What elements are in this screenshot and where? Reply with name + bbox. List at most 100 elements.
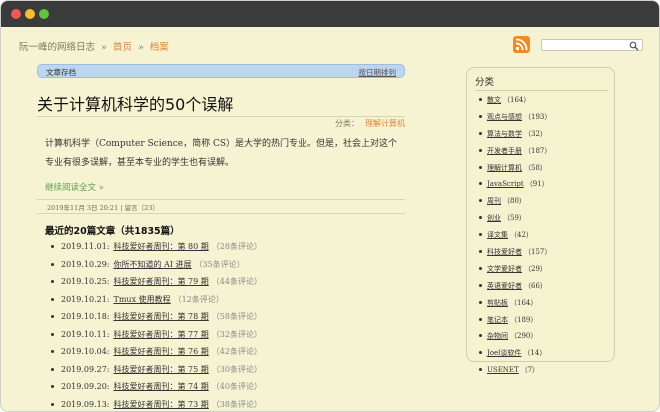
search-icon[interactable]: [629, 41, 639, 51]
recent-posts-list: 2019.11.01: 科技爱好者周刊：第 80 期（28条评论） 2019.10…: [51, 241, 262, 412]
maximize-window-button[interactable]: [39, 9, 49, 19]
category-link[interactable]: 创业: [487, 214, 501, 222]
post-title[interactable]: 关于计算机科学的50个误解: [37, 91, 233, 115]
category-item: 文学爱好者 （29）: [479, 264, 551, 281]
list-item: 2019.10.25: 科技爱好者周刊：第 79 期（44条评论）: [51, 276, 262, 294]
category-link[interactable]: 科技爱好者: [487, 248, 522, 256]
category-link[interactable]: 开发者手册: [487, 147, 522, 155]
post-excerpt: 计算机科学（Computer Science，简称 CS）是大学的热门专业。但是…: [45, 139, 397, 168]
breadcrumb-separator: »: [101, 42, 107, 53]
category-link[interactable]: 文学爱好者: [487, 265, 522, 273]
list-item: 2019.10.11: 科技爱好者周刊：第 77 期（32条评论）: [51, 329, 262, 347]
post-link[interactable]: 科技爱好者周刊：第 73 期: [114, 400, 209, 409]
list-item: 2019.10.04: 科技爱好者周刊：第 76 期（42条评论）: [51, 346, 262, 364]
post-category: 分类： 理解计算机: [335, 118, 405, 129]
category-sidebar: 分类 散文 （164） 观点与感想 （193） 算法与数学 （32） 开发者手册 （18…: [466, 67, 615, 374]
breadcrumb-separator: »: [137, 42, 144, 53]
archive-link[interactable]: 档案: [150, 42, 169, 53]
post-date: 2019.10.18:: [61, 312, 110, 321]
category-link[interactable]: 周刊: [487, 197, 501, 205]
category-count: （290）: [510, 332, 538, 341]
search-input[interactable]: [541, 39, 643, 51]
breadcrumb: 阮一峰的网络日志 » 首页 » 档案: [19, 39, 169, 53]
category-item: 译文集 （42）: [479, 230, 551, 247]
post-date: 2019.09.13:: [61, 399, 110, 409]
post-meta: 2019年11月 3日 20:21 | 留言（23）: [47, 204, 159, 212]
home-link[interactable]: 首页: [113, 42, 132, 53]
category-link[interactable]: 理解计算机: [365, 119, 405, 128]
site-name: 阮一峰的网络日志: [19, 42, 96, 53]
category-count: （193）: [524, 112, 552, 121]
post-link[interactable]: 科技爱好者周刊：第 75 期: [114, 365, 209, 374]
category-count: （164）: [510, 298, 538, 307]
category-count: （7）: [520, 366, 540, 375]
category-item: 创业 （59）: [479, 213, 551, 230]
category-item: 周刊 （80）: [479, 196, 551, 213]
post-date: 2019.11.01:: [61, 242, 110, 251]
category-link[interactable]: 英语爱好者: [487, 282, 522, 290]
post-date: 2019.09.27:: [61, 364, 110, 374]
post-date: 2019.10.29:: [61, 259, 110, 269]
comment-count: （35条评论）: [194, 259, 245, 269]
post-link[interactable]: 科技爱好者周刊：第 80 期: [114, 242, 209, 251]
comment-count: （44条评论）: [211, 277, 262, 286]
sort-by-date-link[interactable]: 按日期排列: [359, 67, 397, 78]
category-count: （80）: [503, 197, 526, 206]
category-link[interactable]: 杂物间: [487, 332, 508, 340]
rss-icon[interactable]: [513, 36, 530, 53]
category-item: 观点与感想 （193）: [479, 112, 551, 129]
category-link[interactable]: 散文: [487, 96, 501, 104]
close-window-button[interactable]: [11, 9, 21, 19]
post-link[interactable]: 科技爱好者周刊：第 76 期: [114, 347, 209, 356]
read-more-link[interactable]: 继续阅读全文 »: [45, 181, 104, 193]
category-count: （14）: [523, 349, 547, 358]
minimize-window-button[interactable]: [25, 9, 35, 19]
post-link[interactable]: 科技爱好者周刊：第 78 期: [114, 312, 209, 321]
post-date: 2019.09.20:: [61, 382, 110, 391]
list-item: 2019.09.13: 科技爱好者周刊：第 73 期（38条评论）: [51, 399, 262, 412]
category-item: 散文 （164）: [479, 95, 551, 112]
list-item: 2019.10.29: 你所不知道的 AI 进展 （35条评论）: [51, 259, 262, 277]
comment-count: （32条评论）: [211, 329, 262, 339]
list-item: 2019.11.01: 科技爱好者周刊：第 80 期（28条评论）: [51, 241, 262, 259]
post-link[interactable]: 科技爱好者周刊：第 79 期: [114, 277, 209, 286]
category-link[interactable]: 剪贴板: [487, 299, 508, 307]
category-item: 算法与数学 （32）: [479, 129, 551, 146]
post-link[interactable]: 科技爱好者周刊：第 77 期: [114, 330, 209, 339]
category-link[interactable]: 算法与数学: [487, 130, 522, 138]
comment-count: （40条评论）: [211, 382, 262, 391]
category-link[interactable]: 观点与感想: [487, 113, 522, 121]
comment-count: （38条评论）: [211, 399, 262, 409]
comment-count: （58条评论）: [211, 312, 262, 321]
window-titlebar: [1, 1, 659, 27]
comment-count: （12条评论）: [173, 294, 224, 304]
list-item: 2019.10.21: Tmux 使用教程 （12条评论）: [51, 294, 262, 312]
category-list: 散文 （164） 观点与感想 （193） 算法与数学 （32） 开发者手册 （187） …: [479, 95, 551, 382]
category-count: （59）: [503, 214, 526, 223]
post-link[interactable]: Tmux 使用教程: [114, 295, 171, 304]
category-count: （58）: [524, 163, 547, 172]
category-item: 英语爱好者 （66）: [479, 281, 551, 298]
category-link[interactable]: 译文集: [487, 231, 508, 239]
category-item: 笔记本 （189）: [479, 315, 551, 332]
post-link[interactable]: 你所不知道的 AI 进展: [114, 260, 192, 269]
category-count: （32）: [524, 129, 547, 138]
list-item: 2019.09.27: 科技爱好者周刊：第 75 期（30条评论）: [51, 364, 262, 382]
list-item: 2019.09.20: 科技爱好者周刊：第 74 期（40条评论）: [51, 381, 262, 399]
comment-count: （28条评论）: [211, 242, 262, 251]
post-link[interactable]: 科技爱好者周刊：第 74 期: [114, 382, 209, 391]
category-count: （189）: [510, 315, 538, 324]
category-count: （42）: [510, 231, 533, 240]
category-link[interactable]: Joel谈软件: [487, 349, 521, 357]
browser-window: 阮一峰的网络日志 » 首页 » 档案 文章存档 按日期排列 关于计算机科学的50…: [0, 0, 660, 412]
category-count: （29）: [524, 264, 547, 273]
category-link[interactable]: JavaScript: [487, 180, 524, 188]
category-count: （91）: [525, 180, 549, 189]
category-link[interactable]: USENET: [487, 366, 519, 374]
comment-count: （30条评论）: [211, 364, 262, 374]
category-count: （164）: [503, 96, 531, 104]
category-link[interactable]: 笔记本: [487, 316, 508, 324]
category-item: 理解计算机 （58）: [479, 163, 551, 180]
divider: [37, 213, 405, 214]
category-link[interactable]: 理解计算机: [487, 164, 522, 172]
